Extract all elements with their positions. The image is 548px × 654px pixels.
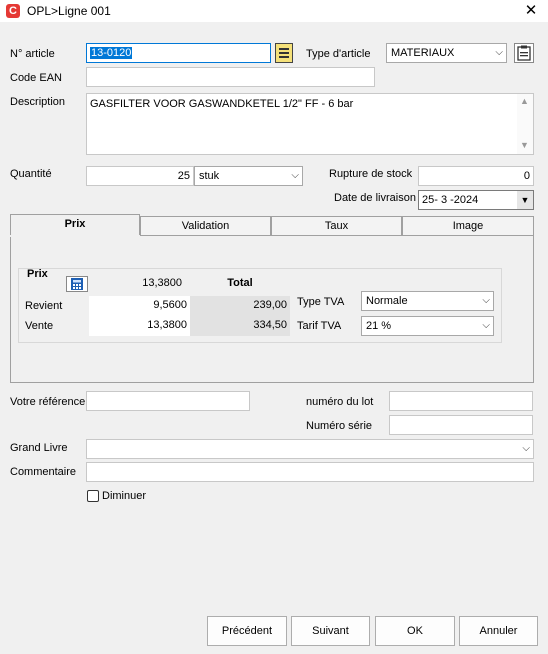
revient-input[interactable]: 9,5600	[89, 296, 190, 316]
tab-label: Prix	[64, 218, 86, 230]
livraison-value: 25- 3 -2024	[422, 194, 479, 206]
tab-label: Image	[452, 220, 484, 232]
tab-label: Validation	[181, 220, 230, 232]
description-value: GASFILTER VOOR GASWANDKETEL 1/2" FF - 6 …	[90, 98, 354, 110]
ean-input[interactable]	[86, 67, 375, 87]
grand-livre-label: Grand Livre	[10, 442, 68, 454]
quantite-input[interactable]: 25	[86, 166, 194, 186]
article-lookup-button[interactable]	[275, 43, 293, 63]
diminuer-checkbox[interactable]	[87, 490, 99, 502]
scroll-down-icon[interactable]: ▼	[520, 140, 529, 150]
chevron-down-icon: ⌵	[522, 443, 530, 454]
tab-joint	[10, 235, 140, 237]
serie-label: Numéro série	[306, 420, 373, 432]
type-article-select[interactable]: MATERIAUX ⌵	[386, 43, 507, 63]
chevron-down-icon: ⌵	[495, 47, 503, 58]
type-tva-select[interactable]: Normale ⌵	[361, 291, 494, 311]
lookup-icon	[279, 48, 289, 58]
description-textarea[interactable]: GASFILTER VOOR GASWANDKETEL 1/2" FF - 6 …	[86, 93, 534, 155]
calculator-button[interactable]	[66, 276, 88, 292]
article-value: 13-0120	[90, 47, 133, 59]
scroll-up-icon[interactable]: ▲	[520, 96, 529, 106]
tab-image[interactable]: Image	[402, 216, 534, 236]
tarif-tva-select[interactable]: 21 % ⌵	[361, 316, 494, 336]
revient-total: 239,00	[190, 296, 290, 316]
commentaire-label: Commentaire	[10, 466, 77, 478]
chevron-down-icon: ⌵	[482, 320, 490, 331]
livraison-date-picker[interactable]: 25- 3 -2024 ▼	[418, 190, 534, 210]
quantite-label: Quantité	[10, 168, 52, 180]
unit-value: stuk	[199, 170, 220, 182]
tab-validation[interactable]: Validation	[140, 216, 271, 236]
reference-label: Votre référence	[10, 396, 86, 408]
vente-total: 334,50	[190, 316, 290, 336]
tarif-tva-label: Tarif TVA	[297, 320, 342, 332]
commentaire-input[interactable]	[86, 462, 534, 482]
description-scrollbar[interactable]: ▲ ▼	[517, 94, 533, 154]
lot-label: numéro du lot	[306, 396, 374, 408]
lot-input[interactable]	[389, 391, 533, 411]
description-label: Description	[10, 96, 66, 108]
livraison-label: Date de livraison	[334, 192, 416, 204]
type-article-label: Type d'article	[306, 48, 371, 60]
app-logo-icon: C	[6, 4, 20, 18]
vente-label: Vente	[25, 320, 54, 332]
rupture-label: Rupture de stock	[329, 168, 413, 180]
revient-label: Revient	[25, 300, 63, 312]
close-icon[interactable]: ✕	[522, 2, 540, 20]
article-input[interactable]: 13-0120	[86, 43, 271, 63]
reference-input[interactable]	[86, 391, 250, 411]
ok-button[interactable]: OK	[375, 616, 455, 646]
vente-input[interactable]: 13,3800	[89, 316, 190, 336]
annuler-button[interactable]: Annuler	[459, 616, 538, 646]
calendar-dropdown-icon[interactable]: ▼	[517, 191, 533, 209]
type-article-edit-button[interactable]	[514, 43, 534, 63]
article-label: N° article	[10, 48, 55, 60]
type-tva-label: Type TVA	[297, 296, 345, 308]
rupture-input[interactable]: 0	[418, 166, 534, 186]
type-article-value: MATERIAUX	[391, 47, 455, 59]
diminuer-label: Diminuer	[102, 490, 147, 502]
calculator-icon	[71, 278, 83, 290]
prix-total-header: Total	[227, 277, 253, 289]
prix-group-label: Prix	[27, 268, 48, 280]
ean-label: Code EAN	[10, 72, 62, 84]
type-tva-value: Normale	[366, 295, 408, 307]
tab-label: Taux	[324, 220, 349, 232]
precedent-button[interactable]: Précédent	[207, 616, 287, 646]
tab-prix[interactable]: Prix	[10, 214, 140, 236]
chevron-down-icon: ⌵	[291, 170, 299, 181]
tab-taux[interactable]: Taux	[271, 216, 402, 236]
unit-select[interactable]: stuk ⌵	[194, 166, 303, 186]
serie-input[interactable]	[389, 415, 533, 435]
tarif-tva-value: 21 %	[366, 320, 392, 332]
window-title: OPL>Ligne 001	[27, 4, 111, 18]
chevron-down-icon: ⌵	[482, 295, 490, 306]
clipboard-icon	[517, 45, 531, 61]
suivant-button[interactable]: Suivant	[291, 616, 370, 646]
prix-header-value: 13,3800	[142, 277, 182, 289]
grand-livre-select[interactable]: ⌵	[86, 439, 534, 459]
